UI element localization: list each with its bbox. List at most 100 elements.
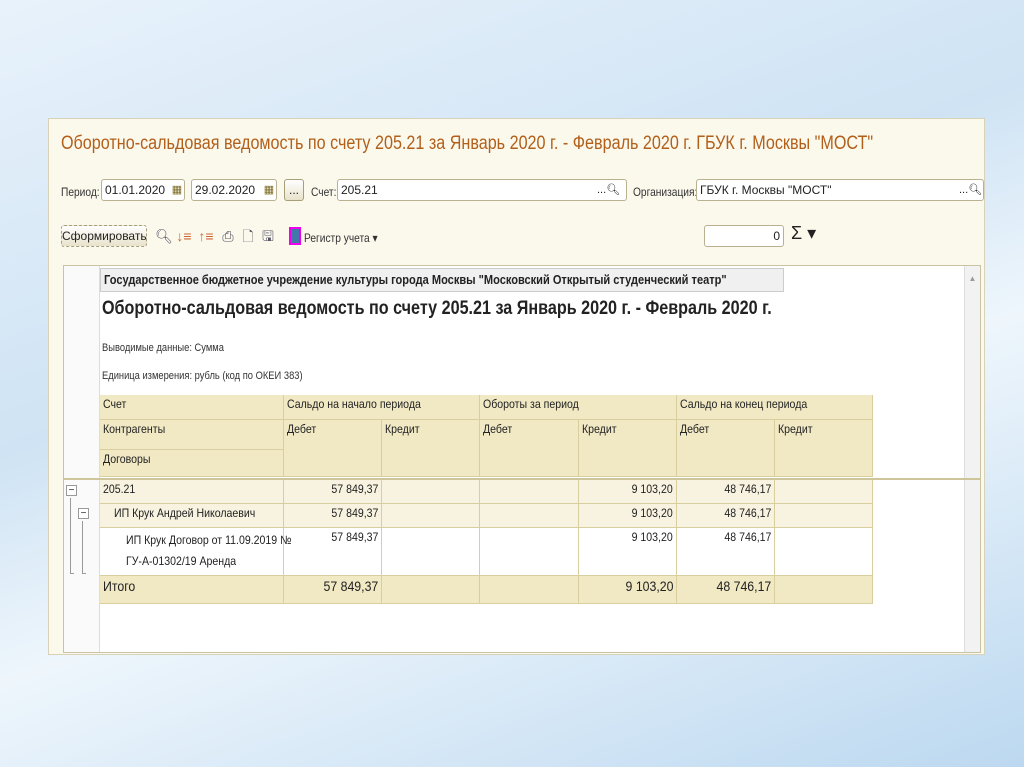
table-cell (480, 480, 579, 504)
cell-text: 48 746,17 (724, 506, 771, 520)
table-cell (382, 576, 480, 604)
org-input[interactable]: ГБУК г. Москвы "МОСТ" (696, 179, 984, 201)
generate-button[interactable]: Сформировать (61, 225, 147, 247)
calendar-icon[interactable]: ▦ (261, 180, 277, 200)
period-label: Период: (61, 185, 100, 199)
table-row[interactable]: 205.21 (100, 480, 284, 504)
cell-text: 48 746,17 (716, 578, 771, 594)
total-row: Итого (100, 576, 284, 604)
search-icon[interactable]: ...🔍︎ (959, 183, 982, 196)
table-cell: Кредит (579, 420, 677, 477)
table-row[interactable]: ИП Крук Андрей Николаевич (100, 504, 284, 528)
print-icon[interactable]: ⎙ (219, 226, 237, 246)
table-cell (775, 528, 873, 576)
window-title: Оборотно-сальдовая ведомость по счету 20… (61, 133, 874, 154)
date-from-value: 01.01.2020 (105, 183, 166, 197)
collapse-groups-icon[interactable]: ↑≡ (197, 226, 215, 246)
table-cell: 9 103,20 (579, 576, 677, 604)
table-cell (382, 528, 480, 576)
search-icon[interactable]: ...🔍︎ (597, 183, 620, 196)
header-counterparty: Контрагенты (103, 422, 166, 436)
cell-text: 57 849,37 (331, 530, 378, 544)
table-cell (382, 504, 480, 528)
grouping-gutter (64, 266, 100, 652)
cell-text: 9 103,20 (631, 530, 673, 544)
table-cell: Обороты за период (480, 395, 677, 420)
preview-icon[interactable]: 🗋 (239, 226, 257, 246)
header-credit: Кредит (778, 422, 813, 436)
table-cell (480, 576, 579, 604)
expand-groups-icon[interactable]: ↓≡ (175, 226, 193, 246)
table-cell: 48 746,17 (677, 576, 775, 604)
header-debit: Дебет (287, 422, 317, 436)
table-cell: Сальдо на начало периода (284, 395, 480, 420)
cell-text: 9 103,20 (631, 482, 673, 496)
cell-text: ИП Крук Андрей Николаевич (114, 506, 256, 520)
table-cell: Договоры (100, 450, 284, 477)
table-cell: Счет (100, 395, 284, 420)
table-cell: Дебет (480, 420, 579, 477)
header-turnover: Обороты за период (483, 397, 579, 411)
date-to-value: 29.02.2020 (195, 183, 256, 197)
vertical-scrollbar[interactable]: ▲ (964, 266, 980, 652)
save-icon[interactable]: 🖫 (259, 226, 277, 246)
header-account: Счет (103, 397, 127, 411)
table-cell: 9 103,20 (579, 504, 677, 528)
cell-text: 57 849,37 (331, 482, 378, 496)
table-row[interactable]: ИП Крук Договор от 11.09.2019 № ГУ-А-0130… (100, 528, 291, 576)
header-opening-balance: Сальдо на начало периода (287, 397, 421, 411)
account-input[interactable]: 205.21 (337, 179, 627, 201)
org-value: ГБУК г. Москвы "МОСТ" (700, 183, 832, 197)
table-cell: 48 746,17 (677, 504, 775, 528)
cell-text: 48 746,17 (724, 530, 771, 544)
register-icon[interactable] (289, 227, 301, 245)
table-cell (480, 528, 579, 576)
header-closing-balance: Сальдо на конец периода (680, 397, 808, 411)
header-debit: Дебет (483, 422, 513, 436)
table-cell: 57 849,37 (284, 576, 382, 604)
account-label: Счет: (311, 185, 337, 199)
account-value: 205.21 (341, 183, 378, 197)
calendar-icon[interactable]: ▦ (169, 180, 185, 200)
cell-text: 48 746,17 (724, 482, 771, 496)
report-heading: Оборотно-сальдовая ведомость по счету 20… (102, 298, 772, 319)
cell-text: 9 103,20 (625, 578, 673, 594)
cell-text: 57 849,37 (323, 578, 378, 594)
table-cell: 9 103,20 (579, 528, 677, 576)
table-cell: 9 103,20 (579, 480, 677, 504)
collapse-toggle[interactable]: − (66, 485, 77, 496)
table-cell (775, 576, 873, 604)
sum-value: 0 (773, 229, 780, 243)
cell-text: 57 849,37 (331, 506, 378, 520)
table-cell: 57 849,37 (284, 504, 382, 528)
units: Единица измерения: рубль (код по ОКЕИ 38… (102, 370, 303, 382)
table-cell (480, 504, 579, 528)
table-cell: Кредит (382, 420, 480, 477)
header-contracts: Договоры (103, 452, 151, 466)
sum-field[interactable]: 0 (704, 225, 784, 247)
output-data: Выводимые данные: Сумма (102, 342, 224, 354)
table-cell: Сальдо на конец периода (677, 395, 873, 420)
cell-text: Итого (103, 578, 136, 594)
table-cell: 57 849,37 (284, 528, 382, 576)
cell-text: 9 103,20 (631, 506, 673, 520)
cell-text: ИП Крук Договор от 11.09.2019 № (126, 533, 292, 547)
cell-text: ГУ-А-01302/19 Аренда (126, 554, 237, 568)
table-cell: Кредит (775, 420, 873, 477)
table-cell: Дебет (284, 420, 382, 477)
organization-name: Государственное бюджетное учреждение кул… (100, 268, 784, 292)
report-window: Оборотно-сальдовая ведомость по счету 20… (48, 118, 985, 655)
table-cell: 57 849,37 (284, 480, 382, 504)
org-label: Организация: (633, 185, 698, 199)
table-cell: 48 746,17 (677, 528, 775, 576)
table-cell: 48 746,17 (677, 480, 775, 504)
register-menu[interactable]: Регистр учета ▾ (304, 231, 378, 245)
table-cell: Контрагенты (100, 420, 284, 450)
sum-menu-button[interactable]: Σ ▾ (791, 223, 816, 244)
table-cell: Дебет (677, 420, 775, 477)
table-cell (382, 480, 480, 504)
table-cell (775, 504, 873, 528)
collapse-toggle[interactable]: − (78, 508, 89, 519)
period-select-button[interactable]: ... (284, 179, 304, 201)
find-icon[interactable]: 🔍︎ (155, 226, 173, 246)
